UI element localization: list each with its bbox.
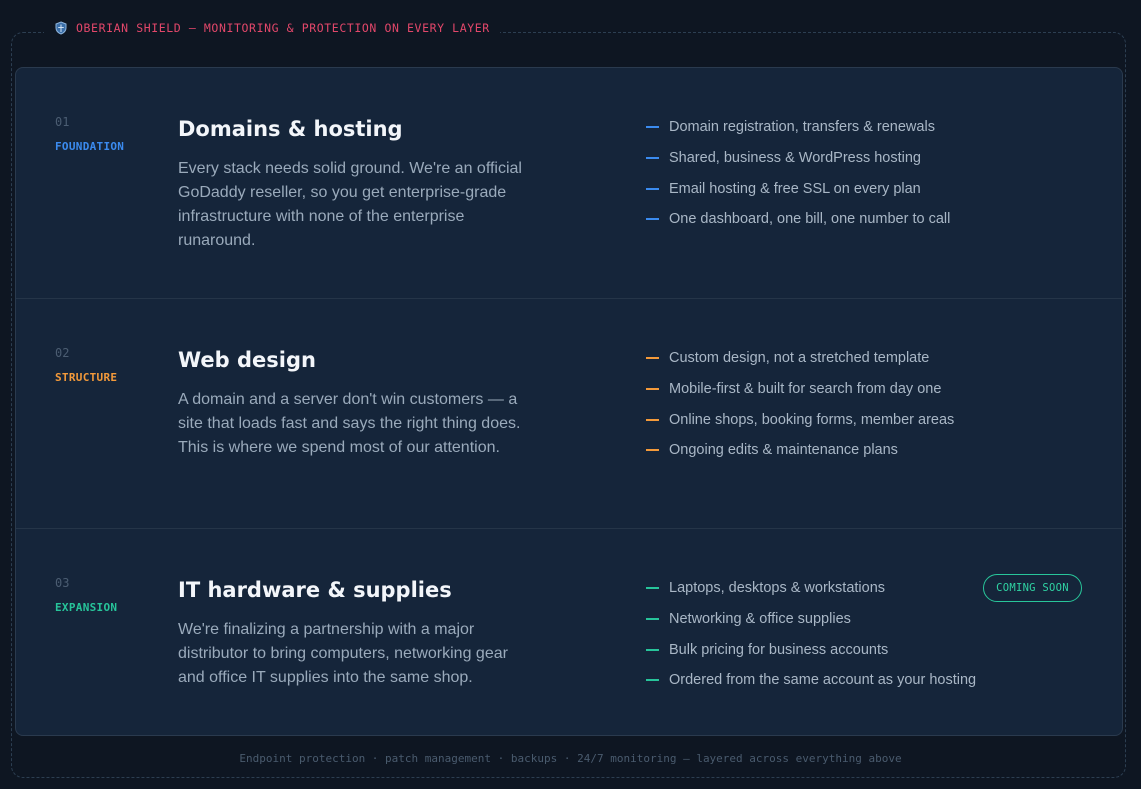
- service-row-domains: 01 FOUNDATION Domains & hosting Every st…: [16, 68, 1122, 298]
- feature-item: Ongoing edits & maintenance plans: [646, 435, 954, 466]
- section-number: 02: [55, 346, 70, 360]
- section-title: Web design: [178, 348, 316, 372]
- feature-list: Laptops, desktops & workstations Network…: [646, 573, 976, 696]
- feature-text: Shared, business & WordPress hosting: [669, 150, 922, 167]
- dash-icon: [646, 648, 659, 651]
- feature-text: Ordered from the same account as your ho…: [669, 672, 977, 689]
- feature-text: Domain registration, transfers & renewal…: [669, 119, 935, 136]
- feature-text: Networking & office supplies: [669, 611, 851, 628]
- service-row-it-hardware: 03 EXPANSION IT hardware & supplies We'r…: [16, 528, 1122, 735]
- section-description: We're finalizing a partnership with a ma…: [178, 621, 508, 686]
- feature-item: Mobile-first & built for search from day…: [646, 374, 954, 405]
- section-description: Every stack needs solid ground. We're an…: [178, 160, 522, 249]
- feature-item: Laptops, desktops & workstations: [646, 573, 976, 604]
- section-tag: FOUNDATION: [55, 140, 125, 153]
- feature-item: Email hosting & free SSL on every plan: [646, 173, 950, 204]
- dash-icon: [646, 418, 659, 421]
- feature-item: Online shops, booking forms, member area…: [646, 404, 954, 435]
- feature-list: Custom design, not a stretched template …: [646, 343, 954, 466]
- section-title: Domains & hosting: [178, 117, 403, 141]
- feature-text: Online shops, booking forms, member area…: [669, 411, 955, 428]
- feature-item: One dashboard, one bill, one number to c…: [646, 204, 950, 235]
- dash-icon: [646, 218, 659, 221]
- services-card: 01 FOUNDATION Domains & hosting Every st…: [15, 67, 1123, 736]
- feature-item: Shared, business & WordPress hosting: [646, 143, 950, 174]
- dash-icon: [646, 187, 659, 190]
- service-row-web-design: 02 STRUCTURE Web design A domain and a s…: [16, 298, 1122, 529]
- feature-list: Domain registration, transfers & renewal…: [646, 112, 950, 235]
- feature-text: Custom design, not a stretched template: [669, 350, 930, 367]
- shield-icon: [55, 21, 67, 35]
- dash-icon: [646, 679, 659, 682]
- feature-item: Ordered from the same account as your ho…: [646, 665, 976, 696]
- section-tag: EXPANSION: [55, 601, 118, 614]
- frame-title: OBERIAN SHIELD — MONITORING & PROTECTION…: [76, 21, 490, 35]
- section-title: IT hardware & supplies: [178, 578, 452, 602]
- dash-icon: [646, 618, 659, 621]
- feature-item: Networking & office supplies: [646, 604, 976, 635]
- dash-icon: [646, 449, 659, 452]
- dash-icon: [646, 357, 659, 360]
- feature-item: Custom design, not a stretched template: [646, 343, 954, 374]
- frame-legend: OBERIAN SHIELD — MONITORING & PROTECTION…: [44, 19, 500, 37]
- dash-icon: [646, 388, 659, 391]
- section-tag: STRUCTURE: [55, 371, 118, 384]
- footer-note: Endpoint protection · patch management ·…: [239, 752, 902, 765]
- dash-icon: [646, 157, 659, 160]
- feature-text: Laptops, desktops & workstations: [669, 580, 886, 597]
- feature-text: Email hosting & free SSL on every plan: [669, 180, 921, 197]
- section-description: A domain and a server don't win customer…: [178, 391, 521, 456]
- feature-item: Domain registration, transfers & renewal…: [646, 112, 950, 143]
- dash-icon: [646, 126, 659, 129]
- feature-text: Mobile-first & built for search from day…: [669, 381, 942, 398]
- feature-item: Bulk pricing for business accounts: [646, 634, 976, 665]
- feature-text: Ongoing edits & maintenance plans: [669, 442, 898, 459]
- section-number: 03: [55, 576, 70, 590]
- feature-text: Bulk pricing for business accounts: [669, 641, 889, 658]
- feature-text: One dashboard, one bill, one number to c…: [669, 211, 951, 228]
- section-number: 01: [55, 115, 70, 129]
- dash-icon: [646, 587, 659, 590]
- coming-soon-badge: COMING SOON: [983, 574, 1082, 602]
